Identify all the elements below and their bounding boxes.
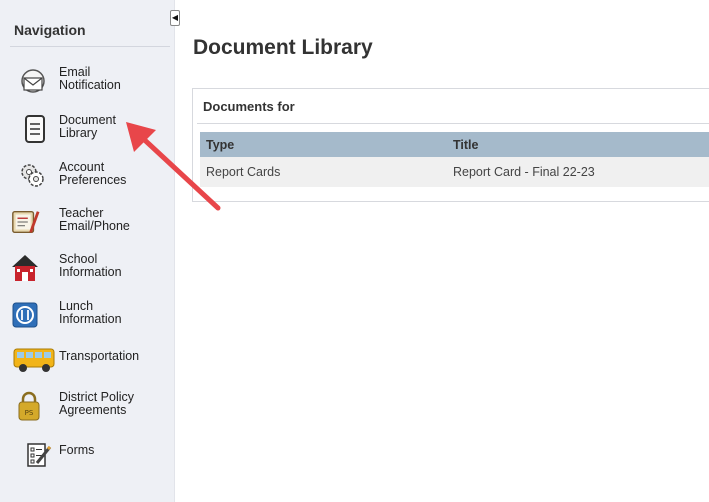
nav-label-line2: Agreements [59, 403, 127, 417]
nav-label-line1: Forms [59, 443, 95, 457]
school-bus-icon [12, 344, 60, 374]
nav-item-transportation[interactable]: Transportation [0, 342, 175, 382]
nav-label-line1: Transportation [59, 349, 140, 363]
teacher-notebook-icon [10, 207, 40, 237]
nav-label-line2: Preferences [59, 173, 127, 187]
navigation-heading: Navigation [14, 22, 86, 38]
forms-pencil-icon [24, 440, 54, 470]
navigation-divider [10, 46, 170, 47]
panel-header-divider [197, 123, 709, 124]
nav-item-email-notification[interactable]: Email Notification [0, 62, 175, 102]
nav-label-line2: Information [59, 265, 122, 279]
panel-header: Documents for [203, 99, 295, 114]
table-header-row: Type Title [200, 132, 709, 157]
envelope-icon [18, 66, 48, 96]
navigation-sidebar: Navigation Email Notification Document L… [0, 0, 180, 502]
nav-item-lunch-information[interactable]: Lunch Information [0, 296, 175, 336]
document-icon [20, 114, 50, 144]
nav-label-line2: Notification [59, 78, 121, 92]
table-cell-type[interactable]: Report Cards [200, 157, 447, 187]
annotation-arrow [126, 122, 221, 211]
column-header-type[interactable]: Type [200, 132, 447, 157]
nav-item-district-policy-agreements[interactable]: PS District Policy Agreements [0, 387, 175, 427]
documents-table: Type Title Report Cards Report Card - Fi… [200, 132, 709, 187]
nav-label-line2: Email/Phone [59, 219, 130, 233]
collapse-sidebar-button[interactable]: ◀ [170, 10, 180, 26]
column-header-title[interactable]: Title [447, 132, 709, 157]
table-cell-title[interactable]: Report Card - Final 22-23 [447, 157, 709, 187]
nav-label-line2: Library [59, 126, 98, 140]
account-gears-icon [18, 161, 48, 191]
nav-item-school-information[interactable]: School Information [0, 249, 175, 289]
lunch-icon [10, 300, 40, 330]
table-row[interactable]: Report Cards Report Card - Final 22-23 [200, 157, 709, 187]
nav-item-forms[interactable]: Forms [0, 436, 175, 476]
svg-text:PS: PS [25, 409, 34, 417]
policy-lock-icon: PS [14, 391, 44, 421]
page-title: Document Library [193, 36, 373, 59]
schoolhouse-icon [10, 253, 40, 283]
nav-label-line2: Information [59, 312, 122, 326]
